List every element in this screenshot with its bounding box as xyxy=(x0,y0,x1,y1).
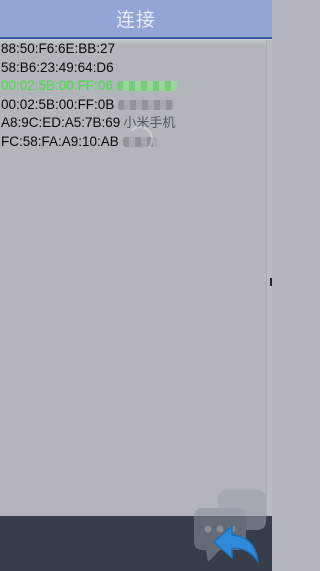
device-mac: A8:9C:ED:A5:7B:69 xyxy=(1,115,121,130)
device-mac: 00:02:5B:00:FF:0B xyxy=(1,96,115,112)
device-mac: 00:02:5B:00:FF:06 xyxy=(1,78,113,93)
title-bar: 连接 xyxy=(0,0,272,39)
back-arrow-icon[interactable] xyxy=(210,520,262,566)
device-mac: FC:58:FA:A9:10:AB xyxy=(1,133,119,149)
device-mac: 88:50:F6:6E:BB:27 xyxy=(1,41,116,56)
device-item[interactable]: 00:02:5B:00:FF:0B xyxy=(0,96,268,115)
device-item-connected[interactable]: 00:02:5B:00:FF:06 xyxy=(0,77,268,96)
redacted-device-name xyxy=(116,81,177,92)
device-mac: 58:B6:23:49:64:D6 xyxy=(1,59,114,75)
page-title: 连接 xyxy=(115,9,156,31)
scrollbar[interactable] xyxy=(266,40,272,516)
redacted-device-name xyxy=(118,99,175,110)
bluetooth-connect-screen: 连接 88:50:F6:6E:BB:27 58:B6:23:49:64:D6 0… xyxy=(0,0,272,571)
loading-spinner-icon xyxy=(127,126,153,152)
device-item[interactable]: 58:B6:23:49:64:D6 xyxy=(0,59,268,78)
device-item[interactable]: 88:50:F6:6E:BB:27 xyxy=(0,40,268,59)
